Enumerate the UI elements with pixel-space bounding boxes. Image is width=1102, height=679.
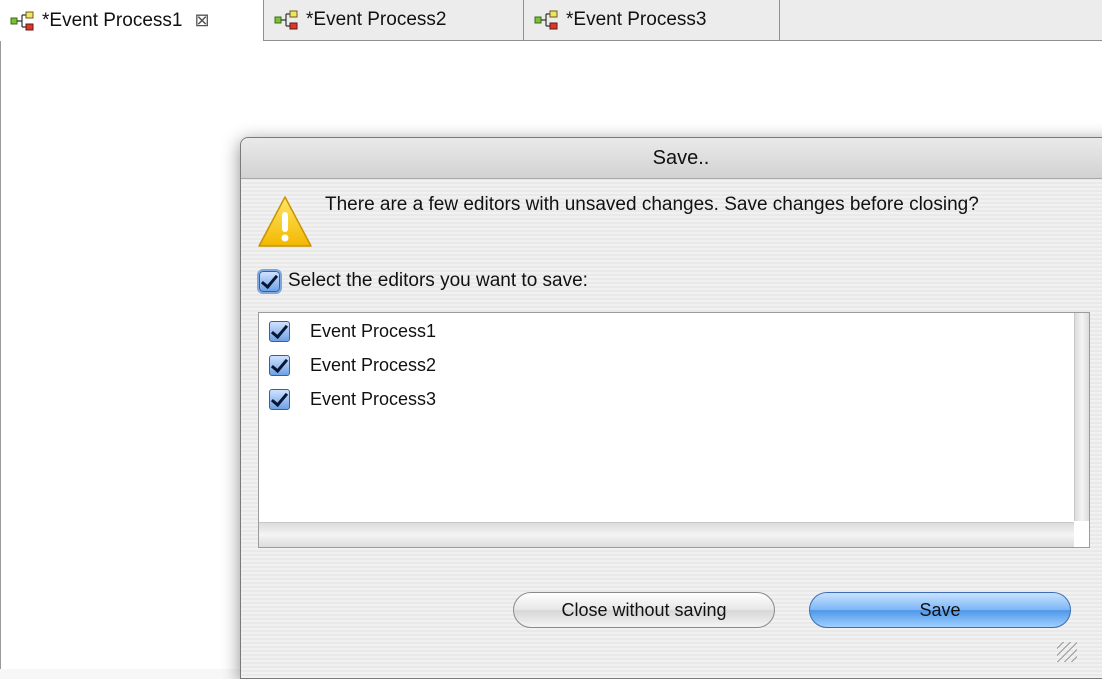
editor-label: Event Process1 [310, 321, 437, 341]
process-diagram-icon [274, 10, 298, 30]
editor-checkbox[interactable] [269, 355, 290, 376]
process-diagram-icon [534, 10, 558, 30]
editors-list: Event Process1 Event Process2 Event Proc… [258, 312, 1090, 548]
select-all-row: Select the editors you want to save: [257, 268, 588, 294]
process-diagram-icon [10, 11, 34, 30]
horizontal-scrollbar[interactable] [259, 522, 1074, 547]
tab-event-process2[interactable]: *Event Process2 [264, 0, 524, 40]
dialog-message: There are a few editors with unsaved cha… [325, 194, 979, 215]
vertical-scrollbar[interactable] [1074, 313, 1089, 521]
warning-icon [258, 196, 312, 247]
tab-label: *Event Process1 [42, 9, 183, 31]
editor-checkbox[interactable] [269, 321, 290, 342]
tab-event-process1[interactable]: *Event Process1 ⊠ [0, 0, 264, 41]
editor-checkbox[interactable] [269, 389, 290, 410]
list-item[interactable]: Event Process2 [269, 355, 436, 376]
resize-grip-icon[interactable] [1057, 642, 1077, 662]
save-dialog: Save.. There are a few editors with unsa… [240, 137, 1102, 679]
close-tab-icon[interactable]: ⊠ [194, 10, 209, 31]
tab-event-process3[interactable]: *Event Process3 [524, 0, 780, 40]
tab-label: *Event Process2 [306, 9, 447, 30]
editor-label: Event Process2 [310, 355, 437, 375]
dialog-title: Save.. [652, 146, 710, 169]
select-all-checkbox[interactable] [257, 268, 282, 294]
dialog-title-bar[interactable]: Save.. [241, 138, 1102, 179]
tab-label: *Event Process3 [566, 9, 707, 30]
editor-label: Event Process3 [310, 389, 437, 409]
close-without-saving-button[interactable]: Close without saving [513, 592, 775, 628]
select-all-label: Select the editors you want to save: [288, 270, 588, 291]
save-button[interactable]: Save [809, 592, 1071, 628]
list-item[interactable]: Event Process1 [269, 321, 436, 342]
editor-tab-bar: *Event Process1 ⊠ *Event Process2 *Event… [0, 0, 1102, 41]
list-item[interactable]: Event Process3 [269, 389, 436, 410]
